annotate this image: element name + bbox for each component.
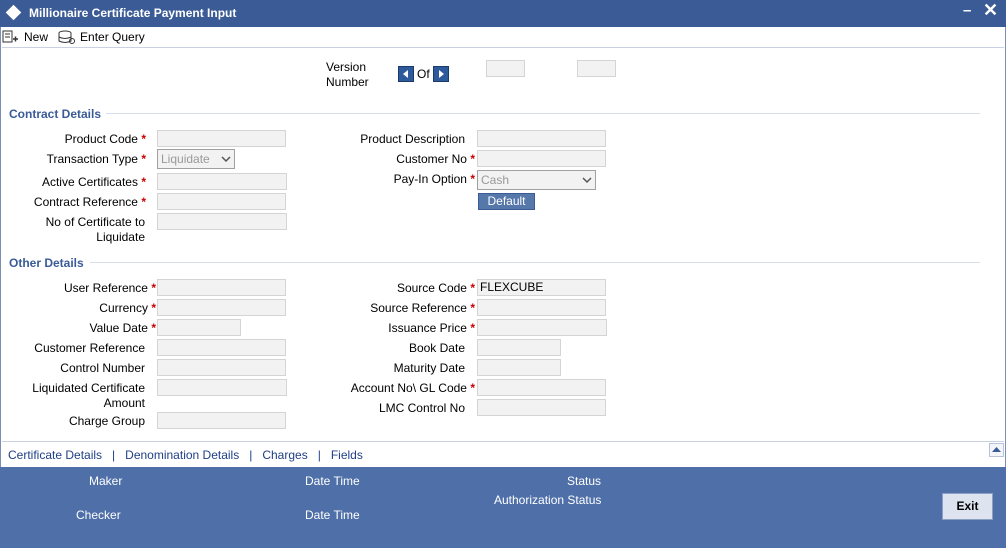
maker-date-time-label: Date Time: [305, 474, 360, 488]
contract-details-heading: Contract Details: [9, 107, 102, 121]
product-code-field[interactable]: [157, 130, 286, 147]
enter-query-label: Enter Query: [80, 30, 145, 44]
tabs-divider: [2, 441, 1004, 442]
value-date-label: Value Date *: [89, 321, 157, 335]
title-bar: Millionaire Certificate Payment Input – …: [0, 0, 1006, 27]
checker-label: Checker: [76, 508, 121, 522]
denomination-details-link[interactable]: Denomination Details: [125, 448, 239, 462]
charges-link[interactable]: Charges: [262, 448, 307, 462]
fields-link[interactable]: Fields: [331, 448, 363, 462]
maturity-date-field[interactable]: [477, 359, 561, 376]
next-version-button[interactable]: [433, 66, 449, 82]
new-button[interactable]: New: [2, 30, 48, 45]
lmc-control-no-field[interactable]: [477, 399, 606, 416]
customer-no-label: Customer No *: [396, 152, 475, 166]
pay-in-option-select[interactable]: Cash: [477, 170, 596, 190]
contract-reference-label: Contract Reference *: [33, 195, 146, 209]
toolbar: New Enter Query: [2, 28, 155, 46]
link-separator: |: [249, 448, 253, 462]
charge-group-label: Charge Group: [68, 414, 145, 428]
transaction-type-select[interactable]: Liquidate: [157, 149, 235, 169]
version-label-line2: Number: [326, 75, 369, 89]
chevron-down-icon: [582, 177, 592, 184]
pay-in-option-value: Cash: [481, 173, 510, 187]
of-label: Of: [417, 67, 430, 81]
subsystem-links: Certificate Details | Denomination Details…: [8, 448, 363, 462]
default-button[interactable]: Default: [478, 193, 535, 210]
contract-reference-field[interactable]: [157, 193, 286, 210]
arrow-left-icon: [403, 70, 408, 78]
window-title: Millionaire Certificate Payment Input: [29, 6, 237, 20]
current-version-field[interactable]: [486, 60, 525, 77]
maturity-date-label: Maturity Date: [393, 361, 465, 375]
control-number-field[interactable]: [157, 359, 286, 376]
other-details-heading: Other Details: [9, 256, 84, 270]
link-separator: |: [317, 448, 321, 462]
exit-button[interactable]: Exit: [942, 493, 993, 520]
book-date-label: Book Date: [408, 341, 465, 355]
transaction-type-label: Transaction Type *: [46, 152, 146, 166]
user-reference-field[interactable]: [157, 279, 286, 296]
close-icon[interactable]: ✕: [983, 0, 998, 21]
account-gl-code-field[interactable]: [477, 379, 606, 396]
certificate-details-link[interactable]: Certificate Details: [8, 448, 102, 462]
source-code-label: Source Code *: [396, 281, 475, 295]
currency-label: Currency *: [99, 301, 156, 315]
active-certificates-label: Active Certificates *: [41, 175, 146, 189]
issuance-price-label: Issuance Price *: [388, 321, 475, 335]
chevron-down-icon: [221, 156, 231, 163]
scroll-up-button[interactable]: [989, 443, 1004, 457]
issuance-price-field[interactable]: [477, 319, 607, 336]
toolbar-divider: [2, 47, 1004, 48]
enter-query-icon: [58, 30, 76, 44]
new-document-icon: [2, 30, 18, 42]
lmc-control-no-label: LMC Control No: [378, 401, 465, 415]
product-description-label: Product Description: [360, 132, 465, 146]
source-code-field[interactable]: FLEXCUBE: [477, 279, 606, 296]
active-certificates-field[interactable]: [157, 173, 287, 190]
new-label: New: [24, 30, 49, 44]
version-label-line1: Version: [326, 60, 367, 74]
liquidated-certificate-amount-field[interactable]: [157, 379, 287, 396]
source-reference-label: Source Reference *: [370, 301, 475, 315]
enter-query-button[interactable]: Enter Query: [58, 30, 145, 45]
transaction-type-value: Liquidate: [161, 152, 210, 166]
arrow-up-icon: [992, 447, 1001, 452]
customer-no-field[interactable]: [477, 150, 606, 167]
app-logo-icon: [5, 4, 22, 21]
source-reference-field[interactable]: [477, 299, 606, 316]
no-of-certificate-label: No of Certificate to Liquidate: [45, 215, 145, 244]
currency-field[interactable]: [157, 299, 286, 316]
other-details-divider: [90, 262, 980, 263]
liquidated-certificate-amount-label: Liquidated Certificate Amount: [32, 381, 145, 410]
value-date-field[interactable]: [157, 319, 241, 336]
control-number-label: Control Number: [60, 361, 145, 375]
no-of-certificate-field[interactable]: [157, 213, 287, 230]
total-versions-field[interactable]: [577, 60, 616, 77]
product-code-label: Product Code *: [64, 132, 146, 146]
pay-in-option-label: Pay-In Option *: [393, 172, 475, 186]
authorization-status-label: Authorization Status: [494, 493, 602, 507]
arrow-right-icon: [439, 70, 444, 78]
contract-details-divider: [106, 113, 980, 114]
product-description-field[interactable]: [477, 130, 606, 147]
customer-reference-field[interactable]: [157, 339, 286, 356]
version-number-label: Version Number: [326, 60, 369, 90]
link-separator: |: [112, 448, 116, 462]
book-date-field[interactable]: [477, 339, 561, 356]
customer-reference-label: Customer Reference: [34, 341, 145, 355]
minimize-icon[interactable]: –: [963, 2, 971, 19]
audit-footer: Maker Checker Date Time Date Time Status…: [0, 467, 1006, 548]
status-label: Status: [567, 474, 602, 488]
account-gl-code-label: Account No\ GL Code *: [350, 381, 475, 395]
user-reference-label: User Reference *: [63, 281, 156, 295]
checker-date-time-label: Date Time: [305, 508, 360, 522]
previous-version-button[interactable]: [398, 66, 414, 82]
charge-group-field[interactable]: [157, 412, 286, 429]
maker-label: Maker: [89, 474, 123, 488]
